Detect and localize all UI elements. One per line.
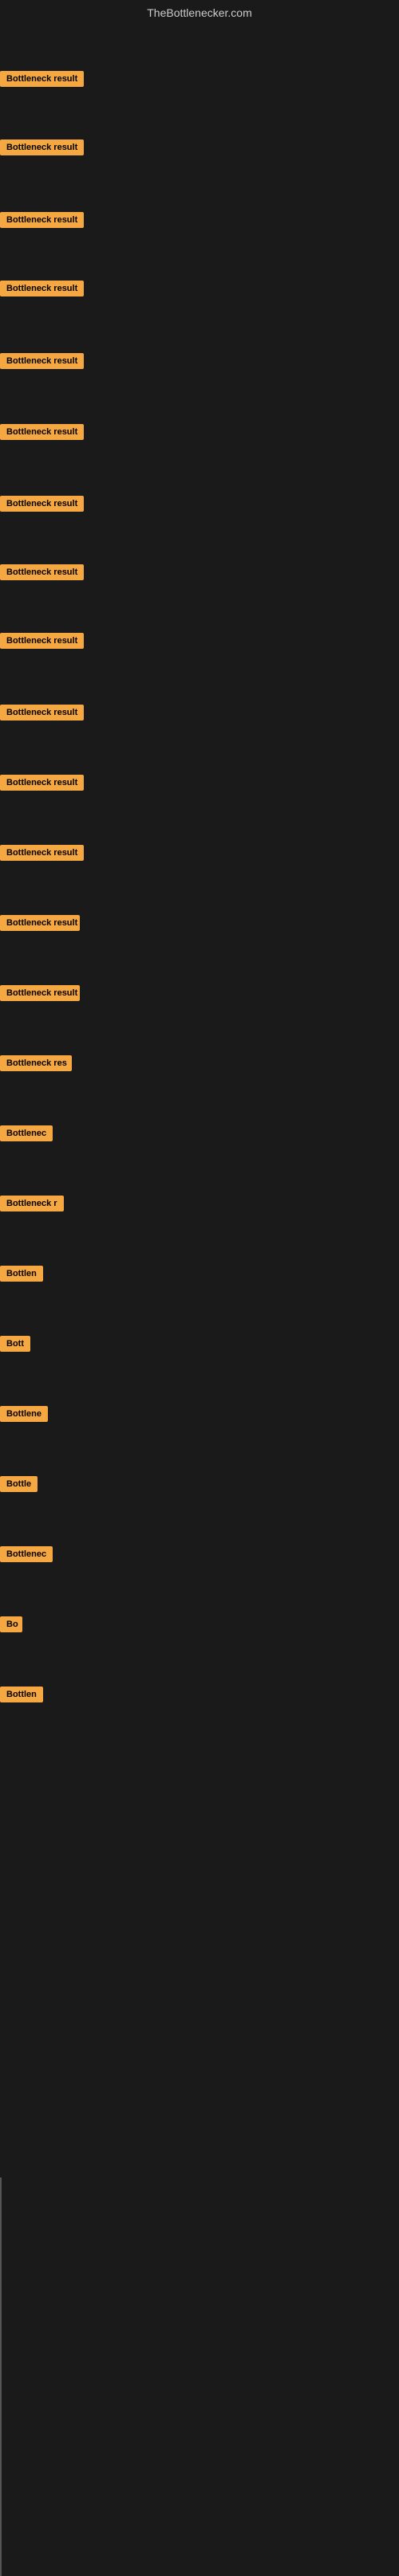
bottleneck-badge-23: Bo <box>0 1616 22 1632</box>
bottleneck-badge-11: Bottleneck result <box>0 775 84 791</box>
bottleneck-badge-21: Bottle <box>0 1476 38 1492</box>
bottleneck-badge-5: Bottleneck result <box>0 353 84 369</box>
bottleneck-badge-9: Bottleneck result <box>0 633 84 649</box>
bottleneck-badge-12: Bottleneck result <box>0 845 84 861</box>
bottleneck-badge-20: Bottlene <box>0 1406 48 1422</box>
bottleneck-badge-1: Bottleneck result <box>0 71 84 87</box>
bottleneck-item-16[interactable]: Bottlenec <box>0 1125 53 1141</box>
vertical-line <box>0 2177 2 2576</box>
bottleneck-badge-24: Bottlen <box>0 1687 43 1702</box>
bottleneck-badge-6: Bottleneck result <box>0 424 84 440</box>
bottleneck-badge-15: Bottleneck res <box>0 1055 72 1071</box>
bottleneck-badge-3: Bottleneck result <box>0 212 84 228</box>
bottleneck-item-9[interactable]: Bottleneck result <box>0 633 84 649</box>
bottleneck-item-23[interactable]: Bo <box>0 1616 22 1632</box>
bottleneck-item-6[interactable]: Bottleneck result <box>0 424 84 440</box>
bottleneck-item-24[interactable]: Bottlen <box>0 1687 43 1702</box>
bottleneck-item-17[interactable]: Bottleneck r <box>0 1196 64 1211</box>
bottleneck-item-2[interactable]: Bottleneck result <box>0 139 84 155</box>
bottleneck-badge-7: Bottleneck result <box>0 496 84 512</box>
bottleneck-item-12[interactable]: Bottleneck result <box>0 845 84 861</box>
bottleneck-badge-17: Bottleneck r <box>0 1196 64 1211</box>
bottleneck-badge-18: Bottlen <box>0 1266 43 1282</box>
bottleneck-badge-13: Bottleneck result <box>0 915 80 931</box>
bottleneck-item-8[interactable]: Bottleneck result <box>0 564 84 580</box>
bottleneck-item-7[interactable]: Bottleneck result <box>0 496 84 512</box>
bottleneck-item-15[interactable]: Bottleneck res <box>0 1055 72 1071</box>
bottleneck-item-3[interactable]: Bottleneck result <box>0 212 84 228</box>
bottleneck-item-11[interactable]: Bottleneck result <box>0 775 84 791</box>
bottleneck-item-1[interactable]: Bottleneck result <box>0 71 84 87</box>
bottleneck-badge-8: Bottleneck result <box>0 564 84 580</box>
bottleneck-item-18[interactable]: Bottlen <box>0 1266 43 1282</box>
bottleneck-item-19[interactable]: Bott <box>0 1336 30 1352</box>
bottleneck-badge-14: Bottleneck result <box>0 985 80 1001</box>
bottleneck-item-14[interactable]: Bottleneck result <box>0 985 80 1001</box>
bottleneck-item-4[interactable]: Bottleneck result <box>0 281 84 296</box>
bottleneck-item-21[interactable]: Bottle <box>0 1476 38 1492</box>
bottleneck-item-13[interactable]: Bottleneck result <box>0 915 80 931</box>
bottleneck-badge-22: Bottlenec <box>0 1546 53 1562</box>
bottleneck-badge-19: Bott <box>0 1336 30 1352</box>
bottleneck-badge-10: Bottleneck result <box>0 705 84 721</box>
bottleneck-item-10[interactable]: Bottleneck result <box>0 705 84 721</box>
bottleneck-item-20[interactable]: Bottlene <box>0 1406 48 1422</box>
site-title: TheBottlenecker.com <box>0 0 399 26</box>
bottleneck-badge-4: Bottleneck result <box>0 281 84 296</box>
bottleneck-item-5[interactable]: Bottleneck result <box>0 353 84 369</box>
bottleneck-item-22[interactable]: Bottlenec <box>0 1546 53 1562</box>
bottleneck-badge-2: Bottleneck result <box>0 139 84 155</box>
bottleneck-badge-16: Bottlenec <box>0 1125 53 1141</box>
